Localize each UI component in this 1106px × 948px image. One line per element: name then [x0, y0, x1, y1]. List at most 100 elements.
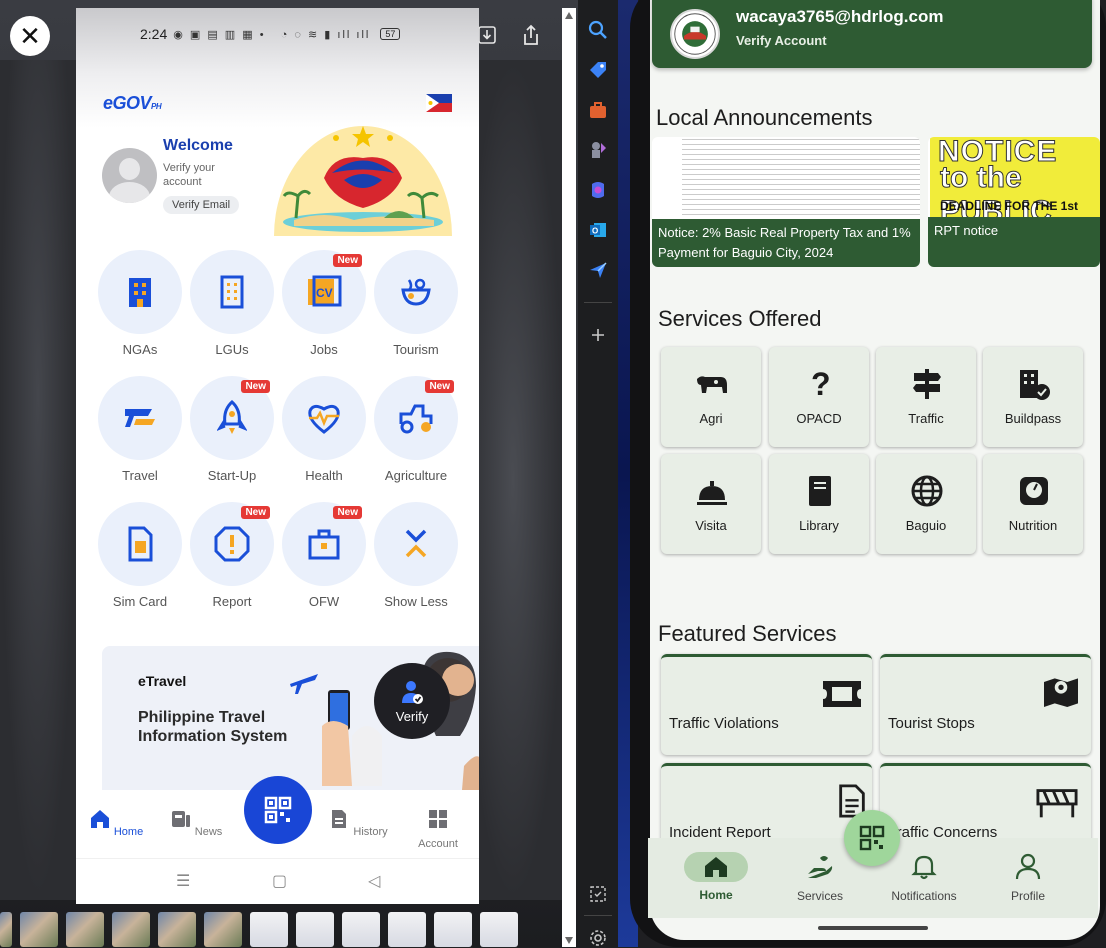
welcome-heading: Welcome	[163, 137, 233, 154]
copilot-icon[interactable]	[588, 180, 608, 200]
service-visita[interactable]: Visita	[661, 454, 761, 554]
service-label: Health	[305, 468, 343, 483]
tag-icon[interactable]	[588, 60, 608, 80]
notice-poster: NOTICE to the PUBLIC DEADLINE FOR THE 1s…	[930, 137, 1100, 229]
thumbnail[interactable]	[20, 912, 58, 947]
verify-account-text: Verify your account	[163, 162, 215, 188]
service-label: Jobs	[310, 342, 338, 357]
nav-home[interactable]: Home	[676, 852, 756, 902]
verify-account-link[interactable]: Verify Account	[736, 33, 827, 48]
close-button[interactable]: ✕	[10, 16, 50, 56]
briefcase-icon[interactable]	[588, 100, 608, 120]
service-ngas[interactable]: NGAs	[98, 250, 182, 357]
qr-scan-button[interactable]	[244, 776, 312, 844]
thumbnail[interactable]	[480, 912, 518, 947]
scale-icon	[1020, 477, 1048, 505]
service-traffic[interactable]: Traffic	[876, 347, 976, 447]
service-agri[interactable]: Agri	[661, 347, 761, 447]
qr-scan-button[interactable]	[844, 810, 900, 866]
nav-services[interactable]: Services	[780, 852, 860, 903]
add-icon[interactable]	[588, 325, 608, 345]
announcement-card[interactable]: NOTICE to the PUBLIC DEADLINE FOR THE 1s…	[928, 137, 1100, 267]
avatar[interactable]	[102, 148, 157, 203]
account-email: wacaya3765@hdrlog.com	[736, 7, 944, 26]
airplane-icon	[125, 409, 155, 427]
close-icon: ✕	[19, 20, 41, 51]
screenshot-icon[interactable]	[588, 884, 608, 904]
airplane-icon	[290, 674, 318, 694]
nav-history[interactable]: History	[328, 809, 388, 838]
service-opacd[interactable]: ? OPACD	[769, 347, 869, 447]
featured-traffic-violations[interactable]: Traffic Violations	[661, 654, 872, 755]
document-icon	[332, 810, 347, 828]
home-icon	[705, 857, 727, 877]
gear-icon[interactable]	[588, 928, 608, 948]
service-bell-icon	[697, 481, 727, 505]
service-report[interactable]: New Report	[190, 502, 274, 609]
service-ofw[interactable]: New OFW	[282, 502, 366, 609]
new-badge: New	[425, 380, 454, 393]
nav-news[interactable]: News	[166, 809, 226, 838]
bell-icon	[911, 855, 937, 880]
service-startup[interactable]: New Start-Up	[190, 376, 274, 483]
thumbnail[interactable]	[296, 912, 334, 947]
featured-tourist-stops[interactable]: Tourist Stops	[880, 654, 1091, 755]
service-show-less[interactable]: Show Less	[374, 502, 458, 609]
service-tourism[interactable]: Tourism	[374, 250, 458, 357]
person-icon	[1015, 853, 1041, 880]
service-label: Start-Up	[207, 468, 257, 483]
nav-notifications[interactable]: Notifications	[884, 852, 964, 903]
baguio-seal-logo	[670, 9, 720, 59]
service-label: Sim Card	[112, 594, 168, 609]
thumbnail[interactable]	[250, 912, 288, 947]
service-lgus[interactable]: LGUs	[190, 250, 274, 357]
service-baguio[interactable]: Baguio	[876, 454, 976, 554]
building-check-icon	[1020, 370, 1050, 400]
tractor-icon	[399, 404, 433, 434]
thumbnail[interactable]	[434, 912, 472, 947]
building-icon	[129, 278, 151, 307]
thumbnail[interactable]	[388, 912, 426, 947]
verify-fab[interactable]: Verify	[374, 663, 450, 739]
philippines-island-illustration	[274, 126, 452, 236]
verify-email-button[interactable]: Verify Email	[163, 196, 240, 214]
thumbnail[interactable]	[342, 912, 380, 947]
service-label: Travel	[122, 468, 158, 483]
search-icon[interactable]	[588, 20, 608, 40]
share-icon[interactable]	[518, 22, 544, 48]
announcement-card[interactable]: Notice: 2% Basic Real Property Tax and 1…	[652, 137, 920, 267]
chess-icon[interactable]	[588, 140, 608, 160]
thumbnail[interactable]	[204, 912, 242, 947]
thumbnail[interactable]	[112, 912, 150, 947]
recents-icon[interactable]: ☰	[176, 871, 190, 891]
hand-service-icon	[808, 856, 833, 878]
service-agriculture[interactable]: New Agriculture	[374, 376, 458, 483]
service-buildpass[interactable]: Buildpass	[983, 347, 1083, 447]
nav-home[interactable]: Home	[86, 809, 146, 838]
send-icon[interactable]	[588, 260, 608, 280]
service-simcard[interactable]: Sim Card	[98, 502, 182, 609]
service-health[interactable]: Health	[282, 376, 366, 483]
home-indicator	[818, 926, 928, 930]
browser-sidebar: O	[578, 0, 618, 947]
nav-profile[interactable]: Profile	[988, 852, 1068, 903]
announcement-caption: Notice: 2% Basic Real Property Tax and 1…	[652, 219, 920, 267]
service-jobs[interactable]: New CV Jobs	[282, 250, 366, 357]
thumbnail[interactable]	[66, 912, 104, 947]
divider	[584, 302, 612, 303]
service-nutrition[interactable]: Nutrition	[983, 454, 1083, 554]
outlook-icon[interactable]: O	[588, 220, 608, 240]
thumbnail[interactable]	[158, 912, 196, 947]
viewer-scrollbar[interactable]	[562, 8, 576, 947]
service-library[interactable]: Library	[769, 454, 869, 554]
baguio-app-screen: wacaya3765@hdrlog.com Verify Account Loc…	[650, 0, 1100, 940]
egov-logo: eGOVPH	[103, 93, 162, 113]
nav-account[interactable]: Account	[408, 809, 468, 850]
account-header[interactable]: wacaya3765@hdrlog.com Verify Account	[652, 0, 1092, 68]
service-travel[interactable]: Travel	[98, 376, 182, 483]
home-square-icon[interactable]: ▢	[272, 871, 287, 891]
svg-text:CV: CV	[316, 286, 333, 300]
back-icon[interactable]: ◁	[368, 871, 380, 891]
collapse-chevrons-icon	[405, 529, 427, 558]
thumbnail[interactable]	[0, 912, 12, 947]
